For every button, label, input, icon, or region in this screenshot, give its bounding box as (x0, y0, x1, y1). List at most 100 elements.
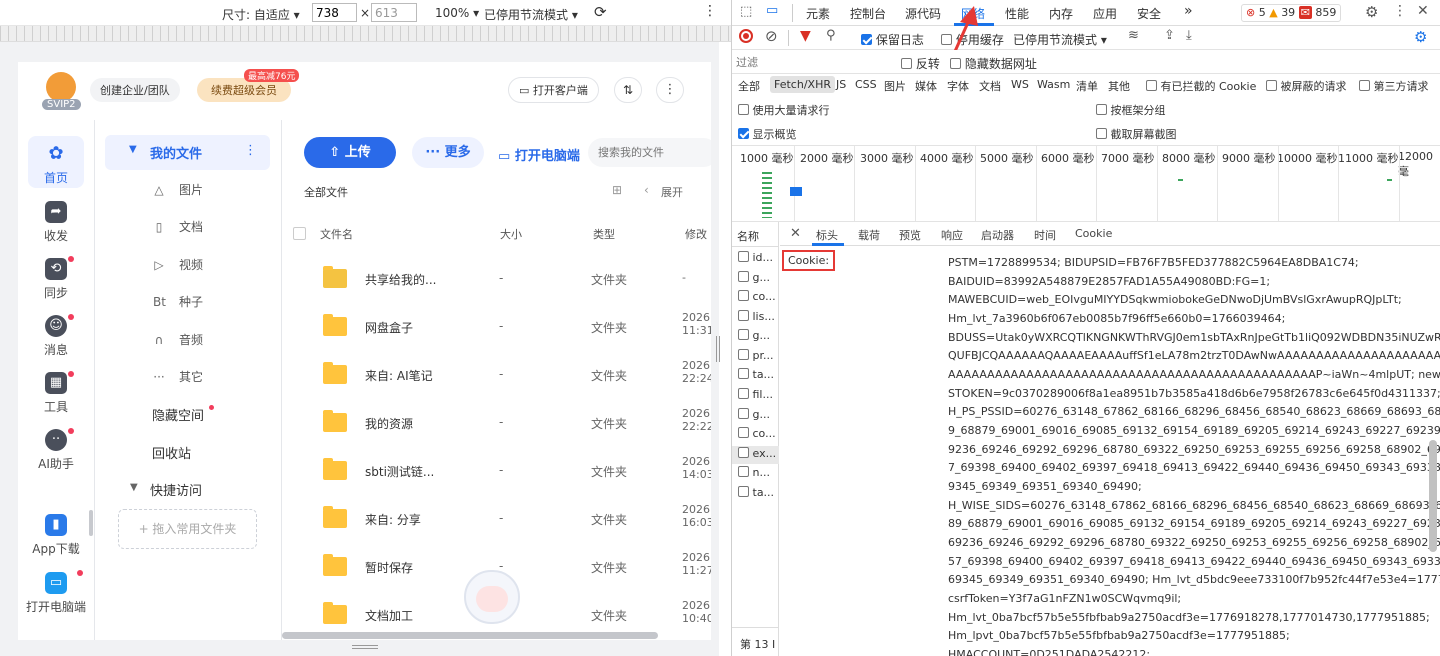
more-options-icon[interactable]: ⋮ (1393, 3, 1407, 19)
tree-item-torrents[interactable]: Bt 种子 (153, 292, 203, 312)
col-header-type[interactable]: 类型 (593, 226, 615, 242)
expand-button[interactable]: 展开 (661, 184, 683, 200)
record-icon[interactable] (739, 29, 753, 43)
details-scrollbar[interactable] (1429, 440, 1437, 552)
request-row[interactable]: g... (738, 408, 770, 421)
large-rows-checkbox[interactable] (738, 104, 749, 115)
select-all-checkbox[interactable] (293, 227, 306, 240)
capture-screenshots-toggle[interactable]: 截取屏幕截图 (1096, 126, 1177, 142)
type-media[interactable]: 媒体 (915, 78, 937, 94)
tree-item-other[interactable]: ··· 其它 (153, 367, 203, 387)
type-doc[interactable]: 文档 (979, 78, 1001, 94)
type-css[interactable]: CSS (855, 78, 877, 91)
third-party-toggle[interactable]: 第三方请求 (1359, 78, 1429, 94)
tree-item-videos[interactable]: ▷ 视频 (153, 255, 203, 275)
import-har-icon[interactable]: ⇪ (1164, 28, 1175, 43)
tree-hidden-space[interactable]: 隐藏空间 (152, 405, 204, 424)
filter-input[interactable] (736, 53, 896, 71)
sidebar-item-ai[interactable]: ·· AI助手 (28, 429, 84, 472)
zoom-dropdown[interactable]: 100% ▾ (435, 6, 479, 20)
hide-data-urls-checkbox[interactable] (950, 58, 961, 69)
blocked-cookies-checkbox[interactable] (1146, 80, 1157, 91)
third-party-checkbox[interactable] (1359, 80, 1370, 91)
request-row[interactable]: g... (738, 329, 770, 342)
tab-cookies[interactable]: Cookie (1075, 227, 1112, 240)
file-row[interactable]: 来自: AI笔记 - 文件夹 2026 22:24 (283, 351, 711, 399)
search-icon[interactable]: ⚲ (826, 28, 836, 43)
preserve-log-checkbox[interactable] (861, 34, 872, 45)
tree-recycle-bin[interactable]: 回收站 (152, 443, 191, 462)
tab-headers[interactable]: 标头 (816, 227, 838, 243)
throttle-dropdown[interactable]: 已停用节流模式 ▾ (484, 6, 578, 23)
drag-folder-dropzone[interactable]: + 拖入常用文件夹 (118, 509, 257, 549)
expand-caret-icon[interactable]: ▼ (129, 144, 137, 155)
upload-button[interactable]: ⇧ 上传 (304, 137, 396, 168)
quick-access-caret-icon[interactable]: ▼ (130, 482, 138, 493)
request-row[interactable]: pr... (738, 349, 774, 362)
filter-icon[interactable]: ▼ (800, 28, 811, 44)
dimensions-dropdown[interactable]: 尺寸: 自适应 ▾ (222, 6, 300, 23)
capture-screenshots-checkbox[interactable] (1096, 128, 1107, 139)
preserve-log-toggle[interactable]: 保留日志 (861, 31, 924, 48)
group-by-frame-toggle[interactable]: 按框架分组 (1096, 102, 1166, 118)
sidebar-item-tools[interactable]: ▦ 工具 (28, 372, 84, 415)
request-row[interactable]: id... (738, 251, 773, 264)
mascot-assistant[interactable] (464, 570, 520, 624)
group-by-frame-checkbox[interactable] (1096, 104, 1107, 115)
request-row[interactable]: ta... (738, 368, 774, 381)
blocked-requests-toggle[interactable]: 被屏蔽的请求 (1266, 78, 1347, 94)
overview-timeline[interactable]: 1000 毫秒 2000 毫秒 3000 毫秒 4000 毫秒 5000 毫秒 … (732, 146, 1440, 222)
tab-security[interactable]: 安全 (1137, 5, 1161, 22)
settings-gear-icon[interactable]: ⚙ (1365, 3, 1378, 21)
inspect-element-icon[interactable]: ⬚ (740, 4, 752, 19)
tab-console[interactable]: 控制台 (850, 5, 886, 22)
tab-application[interactable]: 应用 (1093, 5, 1117, 22)
col-header-name[interactable]: 文件名 (320, 226, 353, 242)
request-row[interactable]: co... (738, 427, 776, 440)
search-input[interactable] (588, 138, 711, 167)
type-img[interactable]: 图片 (884, 78, 906, 94)
viewport-resize-handle[interactable] (716, 336, 720, 362)
tab-timing[interactable]: 时间 (1034, 227, 1056, 243)
show-overview-checkbox[interactable] (738, 128, 749, 139)
close-details-icon[interactable]: ✕ (790, 226, 801, 241)
network-settings-gear-icon[interactable]: ⚙ (1414, 28, 1427, 46)
tab-performance[interactable]: 性能 (1005, 5, 1029, 22)
more-options-icon[interactable]: ⋮ (703, 3, 717, 19)
file-row[interactable]: 共享给我的... - 文件夹 - (283, 255, 703, 303)
show-overview-toggle[interactable]: 显示概览 (738, 126, 797, 142)
file-row[interactable]: sbti测试链... - 文件夹 2026 14:03 (283, 447, 711, 495)
tab-preview[interactable]: 预览 (899, 227, 921, 243)
create-team-button[interactable]: 创建企业/团队 (90, 78, 180, 102)
tree-item-docs[interactable]: ▯ 文档 (153, 217, 203, 237)
height-input[interactable] (371, 3, 417, 22)
network-conditions-icon[interactable]: ≋ (1128, 28, 1139, 43)
request-row[interactable]: co... (738, 290, 776, 303)
issue-counters[interactable]: ⊗ 5 ▲ 39 ✉ 859 (1241, 4, 1342, 22)
menu-icon[interactable]: ⋮ (656, 77, 684, 103)
network-throttle-dropdown[interactable]: 已停用节流模式 ▾ (1013, 31, 1107, 48)
transfer-list-icon[interactable]: ⇅ (614, 77, 642, 103)
avatar[interactable] (46, 72, 76, 102)
tree-more-icon[interactable]: ⋮ (244, 143, 257, 158)
invert-checkbox[interactable] (901, 58, 912, 69)
request-row[interactable]: n... (738, 466, 770, 479)
type-js[interactable]: JS (836, 78, 846, 91)
type-font[interactable]: 字体 (947, 78, 969, 94)
clear-icon[interactable]: ⊘ (765, 27, 778, 45)
more-tabs-icon[interactable]: » (1184, 3, 1193, 19)
tab-memory[interactable]: 内存 (1049, 5, 1073, 22)
viewport-bottom-handle[interactable] (352, 645, 378, 649)
horizontal-scrollbar[interactable] (282, 632, 658, 639)
sidebar-item-message[interactable]: ☺ 消息 (28, 315, 84, 358)
tab-payload[interactable]: 载荷 (858, 227, 880, 243)
sidebar-item-transfer[interactable]: ➦ 收发 (28, 201, 84, 244)
blocked-cookies-toggle[interactable]: 有已拦截的 Cookie (1146, 78, 1256, 94)
hide-data-urls-toggle[interactable]: 隐藏数据网址 (950, 55, 1037, 72)
width-input[interactable] (312, 3, 357, 22)
open-pc-button[interactable]: ▭ 打开电脑端 (498, 145, 580, 164)
blocked-requests-checkbox[interactable] (1266, 80, 1277, 91)
request-row[interactable]: ex... (738, 447, 776, 460)
tab-response[interactable]: 响应 (941, 227, 963, 243)
tab-initiator[interactable]: 启动器 (981, 227, 1014, 243)
